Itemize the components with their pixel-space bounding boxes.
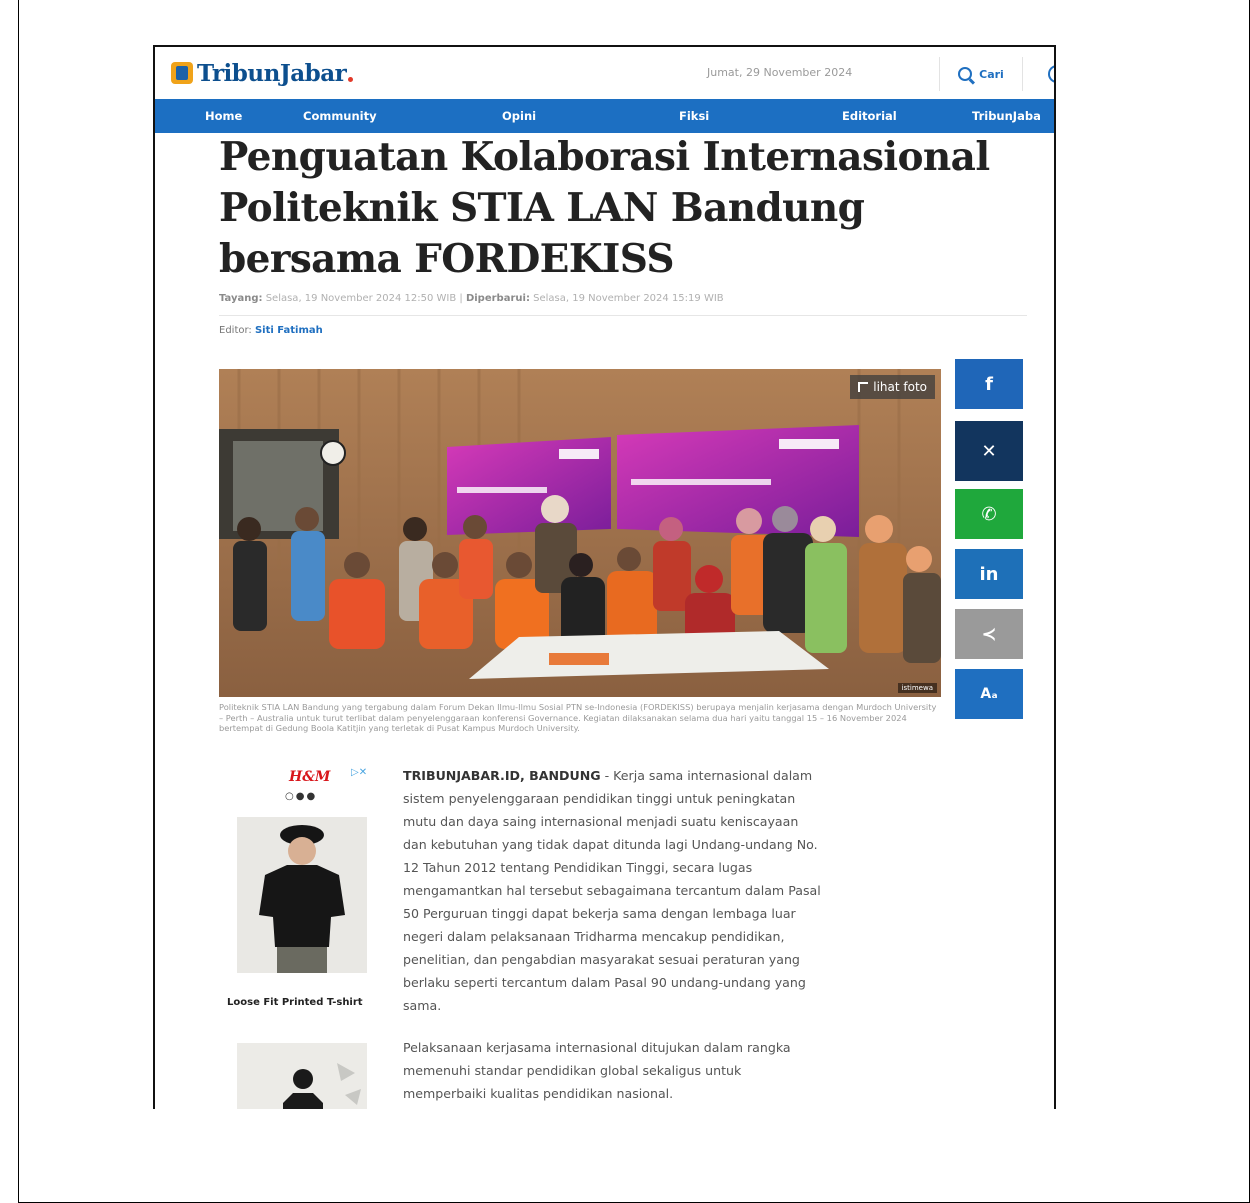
- logo-text: TribunJabar: [197, 59, 347, 87]
- search-label: Cari: [979, 67, 1004, 81]
- nav-fiksi[interactable]: Fiksi: [679, 99, 709, 133]
- paragraph-line: penelitian, dan pengabdian masyarakat se…: [403, 952, 800, 967]
- ad-brand-logo: H&M: [289, 769, 331, 785]
- nav-tribunjabar[interactable]: TribunJaba: [972, 99, 1041, 133]
- nav-editorial[interactable]: Editorial: [842, 99, 897, 133]
- article-headline: Penguatan Kolaborasi Internasional Polit…: [219, 132, 999, 285]
- search-icon: [958, 67, 973, 81]
- ad-carousel-dots[interactable]: ○●●: [285, 791, 317, 802]
- site-header: TribunJabar Jumat, 29 November 2024 Cari: [155, 47, 1054, 99]
- x-icon: ✕: [981, 440, 997, 462]
- logo-icon: [171, 62, 193, 84]
- meta-divider: [219, 315, 1027, 316]
- header-date: Jumat, 29 November 2024: [707, 66, 853, 79]
- nav-community[interactable]: Community: [303, 99, 377, 133]
- paragraph-line: sama.: [403, 998, 442, 1013]
- editor-label: Editor:: [219, 325, 255, 336]
- paragraph-line: 50 Perguruan tinggi dapat bekerja sama d…: [403, 906, 796, 921]
- nav-home[interactable]: Home: [205, 99, 242, 133]
- share-icon: ≺: [981, 623, 997, 645]
- search-button[interactable]: Cari: [939, 57, 1023, 91]
- adchoices-icon[interactable]: ▷✕: [351, 767, 367, 778]
- font-size-icon: Aₐ: [980, 686, 998, 702]
- article-photo[interactable]: lihat foto istimewa: [219, 369, 941, 697]
- share-linkedin-button[interactable]: in: [955, 549, 1023, 599]
- updated-label: Diperbarui:: [465, 293, 530, 304]
- whatsapp-icon: ✆: [981, 503, 997, 525]
- paragraph-line: Pelaksanaan kerjasama internasional ditu…: [403, 1040, 791, 1055]
- paragraph-line: berlaku seperti tercantum dalam Pasal 90…: [403, 975, 806, 990]
- article-paragraph-1: TRIBUNJABAR.ID, BANDUNG - Kerja sama int…: [403, 764, 943, 1017]
- view-photo-label: lihat foto: [873, 380, 927, 394]
- share-whatsapp-button[interactable]: ✆: [955, 489, 1023, 539]
- user-icon[interactable]: [1048, 65, 1054, 83]
- linkedin-icon: in: [979, 563, 999, 585]
- article-meta: Tayang: Selasa, 19 November 2024 12:50 W…: [219, 293, 724, 304]
- photo-caption: Politeknik STIA LAN Bandung yang tergabu…: [219, 702, 937, 733]
- font-size-button[interactable]: Aₐ: [955, 669, 1023, 719]
- paragraph-line: memenuhi standar pendidikan global sekal…: [403, 1063, 742, 1078]
- share-x-button[interactable]: ✕: [955, 421, 1023, 481]
- article-paragraph-2: Pelaksanaan kerjasama internasional ditu…: [403, 1036, 943, 1105]
- nav-opini[interactable]: Opini: [502, 99, 536, 133]
- paragraph-line: memperbaiki kualitas pendidikan nasional…: [403, 1086, 674, 1101]
- share-facebook-button[interactable]: f: [955, 359, 1023, 409]
- view-photo-button[interactable]: lihat foto: [850, 375, 935, 399]
- sidebar-ad[interactable]: H&M ▷✕ ○●● Loose Fit Printed T-shirt: [219, 765, 385, 1109]
- editor-name-link[interactable]: Siti Fatimah: [255, 325, 323, 336]
- paragraph-line: dan kebutuhan yang tidak dapat ditunda l…: [403, 837, 818, 852]
- site-logo[interactable]: TribunJabar: [171, 55, 354, 91]
- paragraph-line: 12 Tahun 2012 tentang Pendidikan Tinggi,…: [403, 860, 753, 875]
- facebook-icon: f: [985, 373, 993, 395]
- headline-line: Politeknik STIA LAN Bandung: [219, 185, 865, 231]
- group-photo-illustration: [219, 369, 941, 697]
- headline-line: bersama FORDEKISS: [219, 236, 675, 282]
- article-lead: TRIBUNJABAR.ID, BANDUNG: [403, 768, 601, 783]
- ad-product-title[interactable]: Loose Fit Printed T-shirt: [227, 997, 363, 1008]
- main-nav: Home Community Opini Fiksi Editorial Tri…: [155, 99, 1054, 133]
- article-editor: Editor: Siti Fatimah: [219, 325, 323, 336]
- paragraph-line: mutu dan daya saing internasional menjad…: [403, 814, 799, 829]
- published-value: Selasa, 19 November 2024 12:50 WIB |: [262, 293, 466, 304]
- paragraph-line: negeri dalam pelaksanaan Tridharma menca…: [403, 929, 785, 944]
- updated-value: Selasa, 19 November 2024 15:19 WIB: [529, 293, 724, 304]
- photo-credit: istimewa: [897, 683, 937, 693]
- expand-icon: [858, 382, 869, 392]
- paragraph-line: sistem penyelenggaraan pendidikan tinggi…: [403, 791, 796, 806]
- tshirt-model-illustration: [237, 817, 367, 973]
- paragraph-line: TRIBUNJABAR.ID, BANDUNG - Kerja sama int…: [403, 764, 943, 787]
- headline-line: Penguatan Kolaborasi Internasional: [219, 134, 990, 180]
- article-screenshot: TribunJabar Jumat, 29 November 2024 Cari…: [153, 45, 1056, 1109]
- share-more-button[interactable]: ≺: [955, 609, 1023, 659]
- model-illustration: [237, 1043, 367, 1109]
- logo-dot-icon: [348, 76, 354, 82]
- paragraph-line: mengamantkan hal tersebut sebagaimana te…: [403, 883, 821, 898]
- ad-product-image[interactable]: [237, 817, 367, 973]
- ad-product-image-2[interactable]: [237, 1043, 367, 1109]
- published-label: Tayang:: [219, 293, 263, 304]
- paragraph-line-text: - Kerja sama internasional dalam: [600, 768, 813, 783]
